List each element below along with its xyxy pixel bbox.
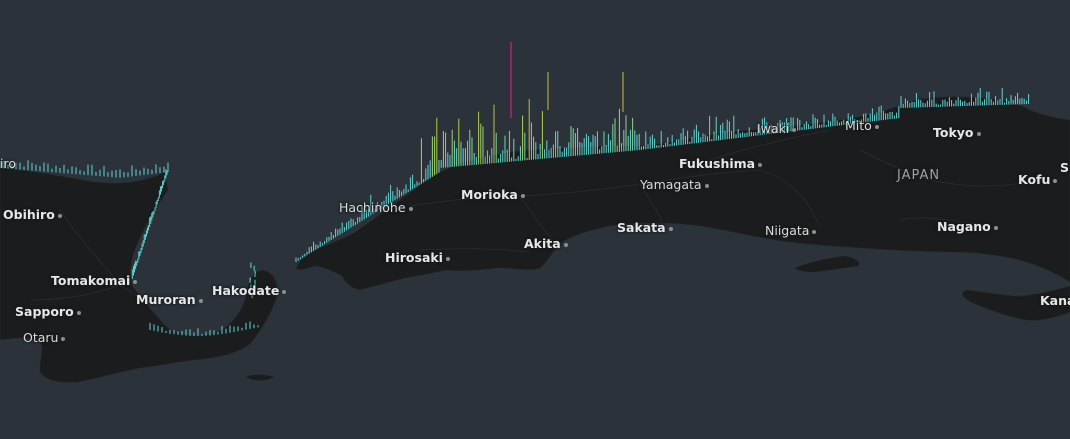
city-dot (668, 226, 673, 231)
city-label-sapporo[interactable]: Sapporo (15, 304, 81, 319)
city-dot (76, 310, 81, 315)
city-dot (408, 206, 413, 211)
city-dot (993, 225, 998, 230)
city-label-hirosaki[interactable]: Hirosaki (385, 250, 450, 265)
city-dot (445, 256, 450, 261)
city-label-hachinohe[interactable]: Hachinohe (339, 200, 413, 215)
city-dot (133, 279, 138, 284)
city-label-niigata[interactable]: Niigata (765, 223, 817, 238)
city-label-yamagata[interactable]: Yamagata (640, 177, 709, 192)
city-dot (282, 289, 287, 294)
city-label-muroran[interactable]: Muroran (136, 292, 203, 307)
city-label-nagano[interactable]: Nagano (937, 219, 998, 234)
city-dot (704, 183, 709, 188)
city-dot (520, 193, 525, 198)
city-label-fukushima[interactable]: Fukushima (679, 156, 763, 171)
city-label-hakodate[interactable]: Hakodate (212, 283, 287, 298)
city-label-tomakomai[interactable]: Tomakomai (51, 273, 138, 288)
city-label-morioka[interactable]: Morioka (461, 187, 525, 202)
map-canvas[interactable] (0, 0, 1070, 439)
city-dot (812, 229, 817, 234)
city-label-kana[interactable]: Kana (1040, 293, 1070, 308)
city-label-kofu[interactable]: Kofu (1018, 172, 1058, 187)
map-view[interactable]: iro Obihiro Tomakomai Muroran Sapporo Ot… (0, 0, 1070, 439)
city-label-sakata[interactable]: Sakata (617, 220, 673, 235)
city-label-tokyo[interactable]: Tokyo (933, 125, 981, 140)
city-dot (57, 213, 62, 218)
city-label-mito[interactable]: Mito (845, 118, 879, 133)
city-dot (563, 242, 568, 247)
city-dot (792, 127, 797, 132)
city-label-s-edge[interactable]: S (1060, 160, 1069, 175)
city-dot (61, 336, 66, 341)
city-dot (198, 298, 203, 303)
city-dot (758, 162, 763, 167)
city-label-iwaki[interactable]: Iwaki (757, 121, 797, 136)
city-dot (1053, 178, 1058, 183)
country-label-japan: JAPAN (897, 168, 941, 183)
city-label-otaru[interactable]: Otaru (23, 330, 66, 345)
city-label-iro[interactable]: iro (0, 156, 16, 171)
city-dot (874, 124, 879, 129)
city-dot (976, 131, 981, 136)
city-label-akita[interactable]: Akita (524, 236, 568, 251)
city-label-obihiro[interactable]: Obihiro (3, 207, 62, 222)
